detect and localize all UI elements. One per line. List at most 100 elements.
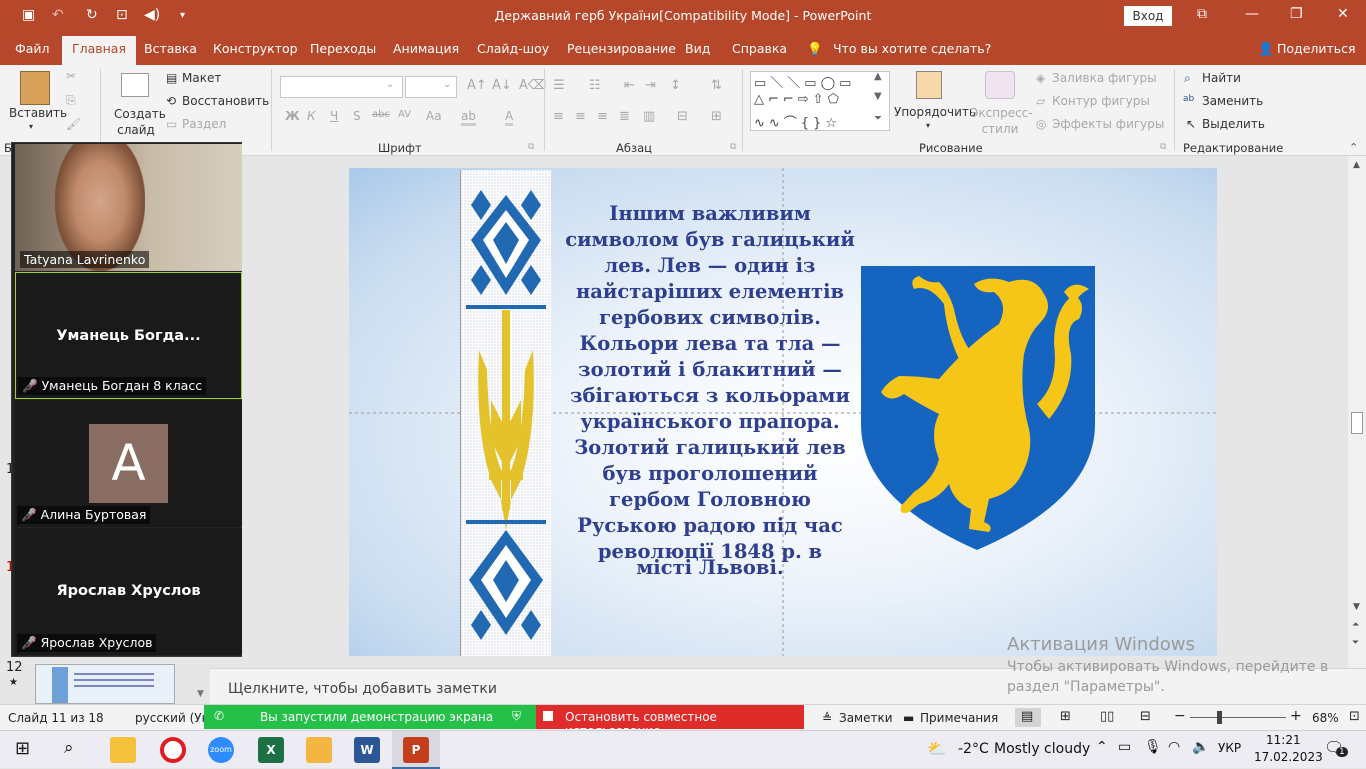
reset-button[interactable]: Восстановить — [182, 94, 269, 108]
notes-toggle-button[interactable]: Заметки — [839, 711, 893, 725]
normal-view-button[interactable]: ▤ — [1015, 708, 1041, 727]
align-left-icon[interactable]: ≡ — [553, 109, 564, 124]
participant-tile[interactable]: Tatyana Lavrinenko — [15, 144, 242, 271]
tab-help[interactable]: Справка — [732, 41, 787, 56]
zoom-app-icon[interactable]: zoom — [208, 737, 234, 763]
clock-date[interactable]: 17.02.2023 — [1254, 750, 1323, 764]
participant-tile[interactable]: Ярослав Хруслов 🎤̸ Ярослав Хруслов — [15, 528, 242, 655]
underline-button[interactable]: Ч — [330, 109, 338, 123]
battery-icon[interactable]: ▭ — [1118, 739, 1131, 755]
scroll-up-icon[interactable]: ▲ — [1353, 160, 1360, 170]
close-icon[interactable]: ✕ — [1337, 6, 1349, 22]
new-slide-button[interactable]: Создать слайд — [114, 106, 166, 138]
copy-icon[interactable]: ⎘ — [66, 93, 76, 108]
notes-placeholder[interactable]: Щелкните, чтобы добавить заметки — [228, 681, 497, 697]
section-button[interactable]: Раздел — [182, 117, 226, 131]
next-slide-icon[interactable]: ⏷ — [1352, 638, 1359, 648]
zoom-video-gallery[interactable]: Tatyana Lavrinenko Уманець Богда... 🎤̸ У… — [11, 142, 242, 657]
tab-review[interactable]: Рецензирование — [567, 41, 676, 56]
numbering-icon[interactable]: ☷ — [589, 78, 601, 93]
quick-styles-button[interactable]: Экспресс-стили — [970, 105, 1033, 137]
shapes-gallery[interactable]: ▭＼＼▭◯▭ △⌐⌐⇨⇧⬠ ∿∿⌒{}☆ — [750, 71, 890, 131]
zoom-slider[interactable] — [1190, 717, 1286, 718]
shrink-font-icon[interactable]: A↓ — [492, 78, 512, 93]
reading-view-icon[interactable]: ▯▯ — [1100, 709, 1114, 724]
gallery-more-icon[interactable]: ⏷ — [874, 113, 882, 124]
fit-to-window-icon[interactable]: ⊡ — [1349, 709, 1360, 724]
cut-icon[interactable]: ✂ — [66, 69, 76, 83]
select-button[interactable]: Выделить — [1202, 117, 1265, 131]
microphone-icon[interactable]: 🎙 — [1144, 739, 1162, 755]
slide-body-text[interactable]: Іншим важливим символом був галицький ле… — [565, 201, 855, 565]
weather-icon[interactable]: ⛅ — [927, 739, 947, 758]
media-player-icon[interactable] — [306, 737, 332, 763]
paragraph-dialog-launcher-icon[interactable]: ⧉ — [730, 142, 736, 152]
find-button[interactable]: Найти — [1202, 71, 1241, 85]
arrange-icon[interactable] — [916, 71, 942, 99]
align-text-icon[interactable]: ⊟ — [677, 109, 688, 124]
font-dialog-launcher-icon[interactable]: ⧉ — [528, 142, 534, 152]
vertical-scrollbar[interactable]: ▲ ▼ ⏶ ⏷ — [1348, 156, 1366, 668]
tab-slideshow[interactable]: Слайд-шоу — [477, 41, 549, 56]
show-hidden-icons-icon[interactable]: ⌃ — [1096, 739, 1108, 755]
font-name-input[interactable] — [280, 76, 403, 98]
tab-design[interactable]: Конструктор — [213, 41, 298, 56]
line-spacing-icon[interactable]: ↕ — [670, 78, 681, 93]
weather-temp[interactable]: -2°C — [958, 741, 989, 757]
paste-dropdown-icon[interactable]: ▾ — [29, 122, 33, 131]
tab-file[interactable]: Файл — [15, 41, 50, 56]
drawing-dialog-launcher-icon[interactable]: ⧉ — [1160, 142, 1166, 152]
slide-sorter-icon[interactable]: ⊞ — [1060, 709, 1071, 724]
wifi-icon[interactable]: ◠ — [1168, 739, 1180, 755]
comments-button[interactable]: Примечания — [920, 711, 998, 725]
replace-button[interactable]: Заменить — [1202, 94, 1263, 108]
bullets-icon[interactable]: ☰ — [553, 78, 565, 93]
word-icon[interactable]: W — [354, 737, 380, 763]
font-size-dropdown-icon[interactable]: ⌄ — [443, 79, 451, 90]
ribbon-display-icon[interactable]: ⧉ — [1197, 6, 1207, 22]
tab-view[interactable]: Вид — [685, 41, 710, 56]
layout-button[interactable]: Макет — [182, 71, 221, 85]
zoom-out-icon[interactable]: − — [1174, 708, 1186, 724]
clock-time[interactable]: 11:21 — [1266, 733, 1301, 747]
zoom-in-icon[interactable]: + — [1290, 708, 1302, 724]
opera-icon[interactable] — [160, 737, 186, 763]
shadow-button[interactable]: S — [353, 109, 361, 123]
tell-me-search[interactable]: Что вы хотите сделать? — [833, 41, 991, 56]
tab-animations[interactable]: Анимация — [393, 41, 459, 56]
format-painter-icon[interactable]: 🖌 — [66, 117, 81, 131]
shape-outline-button[interactable]: Контур фигуры — [1052, 94, 1150, 108]
prev-slide-icon[interactable]: ⏶ — [1352, 620, 1359, 630]
char-spacing-button[interactable]: AV — [398, 109, 411, 120]
shape-fill-button[interactable]: Заливка фигуры — [1052, 71, 1157, 85]
paste-button[interactable]: Вставить — [9, 106, 67, 120]
align-center-icon[interactable]: ≡ — [575, 109, 586, 124]
tab-insert[interactable]: Вставка — [144, 41, 197, 56]
clear-format-icon[interactable]: A⌫ — [519, 78, 546, 93]
signin-button[interactable]: Вход — [1124, 6, 1172, 26]
grow-font-icon[interactable]: A↑ — [467, 78, 487, 93]
increase-indent-icon[interactable]: ⇥ — [645, 78, 656, 93]
windows-start-icon[interactable]: ⊞ — [15, 738, 30, 759]
scroll-thumb[interactable] — [1351, 412, 1363, 434]
zoom-level[interactable]: 68% — [1312, 711, 1339, 725]
zoom-slider-thumb[interactable] — [1217, 711, 1222, 724]
share-button[interactable]: Поделиться — [1277, 41, 1356, 56]
font-name-dropdown-icon[interactable]: ⌄ — [386, 79, 394, 90]
arrange-button[interactable]: Упорядочить — [894, 105, 976, 119]
justify-icon[interactable]: ≣ — [619, 109, 630, 124]
decrease-indent-icon[interactable]: ⇤ — [624, 78, 635, 93]
smartart-icon[interactable]: ⊞ — [711, 109, 722, 124]
slideshow-view-icon[interactable]: ⊟ — [1140, 709, 1151, 724]
italic-button[interactable]: К — [307, 109, 316, 123]
arrange-dropdown-icon[interactable]: ▾ — [926, 121, 930, 130]
scroll-down-icon[interactable]: ▼ — [1353, 602, 1360, 612]
columns-icon[interactable]: ▥ — [643, 109, 655, 124]
shape-effects-button[interactable]: Эффекты фигуры — [1052, 117, 1164, 131]
thumbs-scroll-down-icon[interactable]: ▼ — [197, 689, 204, 699]
tab-transitions[interactable]: Переходы — [310, 41, 376, 56]
slide-thumbnail-12[interactable] — [35, 664, 175, 704]
participant-tile-active[interactable]: Уманець Богда... 🎤̸ Уманець Богдан 8 кла… — [15, 272, 242, 399]
search-icon[interactable]: ⌕ — [64, 738, 74, 758]
bold-button[interactable]: Ж — [285, 109, 300, 123]
